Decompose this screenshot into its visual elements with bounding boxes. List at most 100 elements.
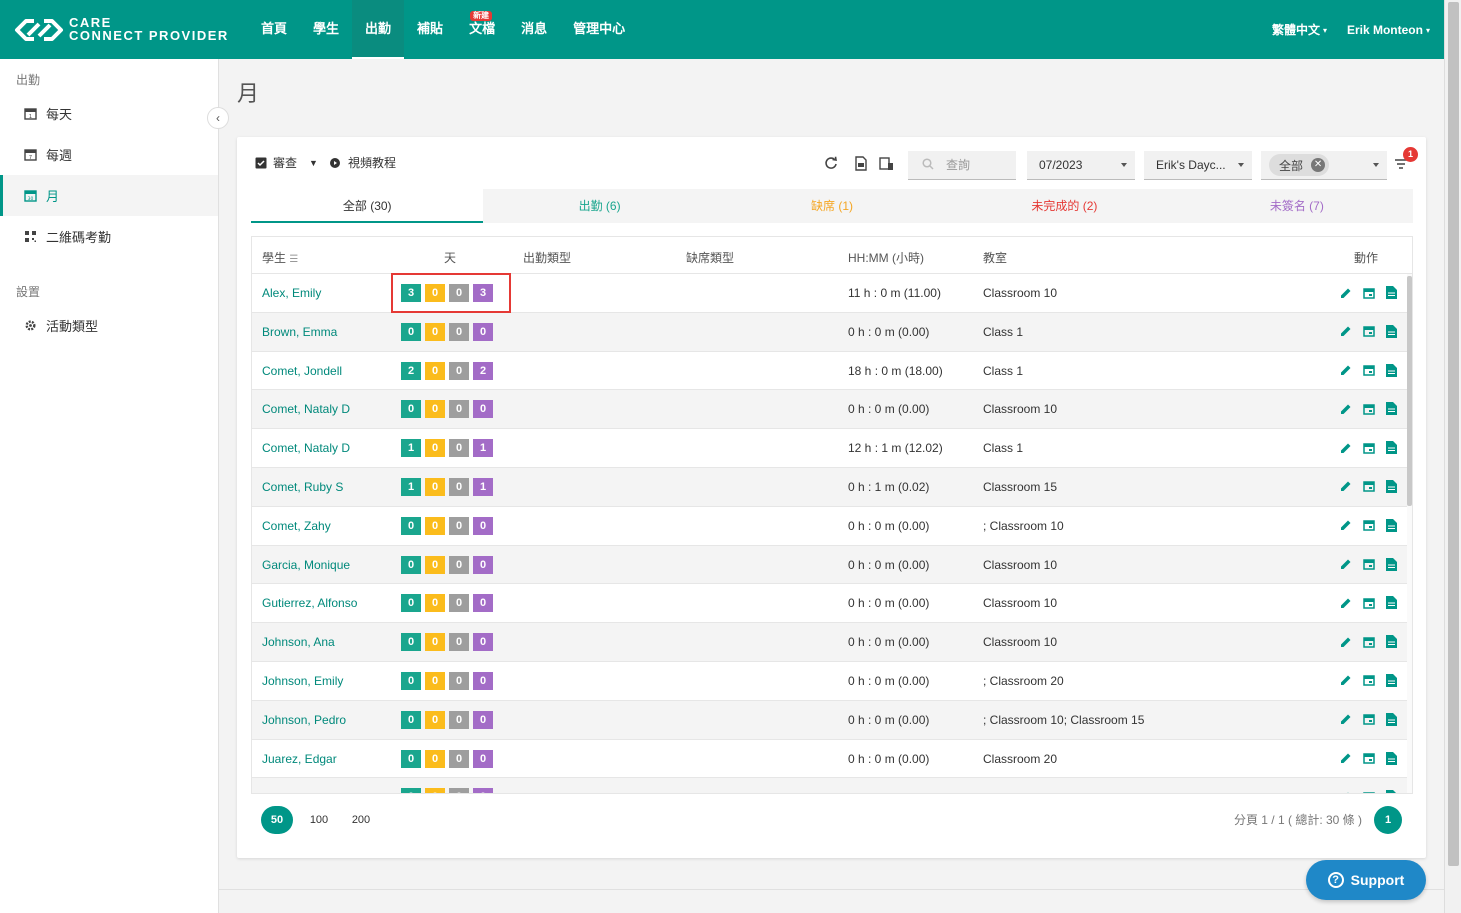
document-icon[interactable] (1384, 557, 1399, 572)
calendar-icon[interactable] (1361, 324, 1376, 339)
filter-chip[interactable]: 全部 ✕ (1269, 154, 1330, 176)
document-icon[interactable] (1384, 712, 1399, 727)
calendar-icon[interactable] (1361, 751, 1376, 766)
edit-pencil-icon[interactable] (1338, 673, 1353, 688)
edit-pencil-icon[interactable] (1338, 440, 1353, 455)
edit-pencil-icon[interactable] (1338, 518, 1353, 533)
student-name-link[interactable]: Comet, Nataly D (262, 402, 350, 416)
student-name-link[interactable]: Garcia, Monique (262, 558, 350, 572)
document-icon[interactable] (1384, 479, 1399, 494)
document-icon[interactable] (1384, 789, 1399, 793)
student-name-link[interactable]: Comet, Zahy (262, 519, 331, 533)
edit-pencil-icon[interactable] (1338, 595, 1353, 610)
center-select[interactable]: Erik's Dayc... (1144, 151, 1252, 180)
document-icon[interactable] (1384, 518, 1399, 533)
nav-subsidy[interactable]: 補貼 (404, 0, 456, 59)
calendar-icon[interactable] (1361, 401, 1376, 416)
edit-pencil-icon[interactable] (1338, 285, 1353, 300)
document-icon[interactable] (1384, 363, 1399, 378)
tab-unsigned[interactable]: 未簽名 (7) (1181, 189, 1413, 223)
calendar-icon[interactable] (1361, 363, 1376, 378)
edit-pencil-icon[interactable] (1338, 712, 1353, 727)
student-name-link[interactable]: Brown, Emma (262, 325, 337, 339)
document-icon[interactable] (1384, 285, 1399, 300)
tab-present[interactable]: 出勤 (6) (483, 189, 715, 223)
nav-attendance[interactable]: 出勤 (352, 0, 405, 59)
student-name-link[interactable]: Johnson, Ana (262, 635, 335, 649)
video-tutorial-button[interactable]: 視頻教程 (330, 154, 396, 171)
tab-all[interactable]: 全部 (30) (251, 189, 484, 223)
calendar-icon[interactable] (1361, 712, 1376, 727)
nav-admin[interactable]: 管理中心 (560, 0, 638, 59)
page-button-1[interactable]: 1 (1374, 806, 1402, 834)
edit-pencil-icon[interactable] (1338, 479, 1353, 494)
sidebar-item-monthly[interactable]: 30 月 (0, 175, 218, 216)
document-icon[interactable] (1384, 634, 1399, 649)
document-icon[interactable] (1384, 324, 1399, 339)
edit-pencil-icon[interactable] (1338, 789, 1353, 793)
student-name-link[interactable]: Comet, Nataly D (262, 441, 350, 455)
sidebar-item-qr-attendance[interactable]: 二維碼考勤 (0, 216, 218, 257)
sidebar-item-activity-types[interactable]: 活動類型 (0, 305, 218, 346)
column-student[interactable]: 學生 ☰ (262, 249, 298, 266)
calendar-icon[interactable] (1361, 789, 1376, 793)
chip-remove-icon[interactable]: ✕ (1311, 158, 1326, 172)
review-dropdown-button[interactable]: 審查 ▼ (255, 154, 318, 171)
page-size-50[interactable]: 50 (261, 806, 293, 834)
nav-documents[interactable]: 文檔 新建 (456, 0, 508, 59)
document-icon[interactable] (1384, 401, 1399, 416)
support-button[interactable]: ? Support (1306, 860, 1426, 900)
page-scrollbar-thumb[interactable] (1448, 2, 1459, 866)
calendar-icon[interactable] (1361, 479, 1376, 494)
status-filter-select[interactable]: 全部 ✕ (1261, 151, 1387, 180)
student-name-link[interactable]: Comet, Jondell (262, 364, 342, 378)
edit-pencil-icon[interactable] (1338, 634, 1353, 649)
edit-pencil-icon[interactable] (1338, 751, 1353, 766)
calendar-icon[interactable] (1361, 518, 1376, 533)
student-name-link[interactable]: Juarez, Edgar (262, 752, 337, 766)
student-name-link[interactable]: Gutierrez, Alfonso (262, 596, 357, 610)
month-select[interactable]: 07/2023 (1027, 151, 1135, 180)
document-icon[interactable] (1384, 751, 1399, 766)
edit-pencil-icon[interactable] (1338, 363, 1353, 378)
sidebar-item-weekly[interactable]: 7 每週 (0, 134, 218, 175)
user-dropdown[interactable]: Erik Monteon ▾ (1347, 23, 1430, 37)
calendar-icon[interactable] (1361, 673, 1376, 688)
calendar-icon[interactable] (1361, 595, 1376, 610)
table-scrollbar[interactable] (1407, 274, 1412, 793)
calendar-icon[interactable] (1361, 557, 1376, 572)
search-input[interactable] (946, 158, 1016, 172)
print-icon[interactable] (878, 155, 894, 171)
student-name-link[interactable]: Comet, Ruby S (262, 480, 343, 494)
calendar-icon[interactable] (1361, 440, 1376, 455)
document-icon[interactable] (1384, 440, 1399, 455)
table-scrollbar-thumb[interactable] (1407, 276, 1412, 506)
export-pdf-icon[interactable] (853, 155, 869, 171)
document-icon[interactable] (1384, 595, 1399, 610)
student-name-link[interactable]: Johnson, Pedro (262, 713, 346, 727)
page-scrollbar[interactable] (1444, 0, 1461, 913)
edit-pencil-icon[interactable] (1338, 324, 1353, 339)
calendar-icon[interactable] (1361, 634, 1376, 649)
refresh-icon[interactable] (823, 155, 839, 171)
nav-home[interactable]: 首頁 (248, 0, 300, 59)
edit-pencil-icon[interactable] (1338, 401, 1353, 416)
student-name-link[interactable]: Johnson, Emily (262, 674, 343, 688)
nav-messages[interactable]: 消息 (508, 0, 560, 59)
page-size-100[interactable]: 100 (303, 806, 335, 834)
filter-button[interactable]: 1 (1394, 147, 1418, 174)
sort-icon[interactable]: ☰ (289, 254, 298, 265)
search-box[interactable] (908, 151, 1016, 180)
edit-pencil-icon[interactable] (1338, 557, 1353, 572)
nav-students[interactable]: 學生 (300, 0, 352, 59)
page-size-200[interactable]: 200 (345, 806, 377, 834)
calendar-icon[interactable] (1361, 285, 1376, 300)
tab-absent[interactable]: 缺席 (1) (716, 189, 948, 223)
brand-logo[interactable]: CARE CONNECT PROVIDER (14, 14, 234, 46)
language-dropdown[interactable]: 繁體中文 ▾ (1272, 21, 1327, 38)
sidebar-collapse-button[interactable]: ‹ (207, 107, 229, 129)
student-name-link[interactable]: Alex, Emily (262, 286, 321, 300)
tab-incomplete[interactable]: 未完成的 (2) (948, 189, 1180, 223)
sidebar-item-daily[interactable]: 1 每天 (0, 93, 218, 134)
document-icon[interactable] (1384, 673, 1399, 688)
